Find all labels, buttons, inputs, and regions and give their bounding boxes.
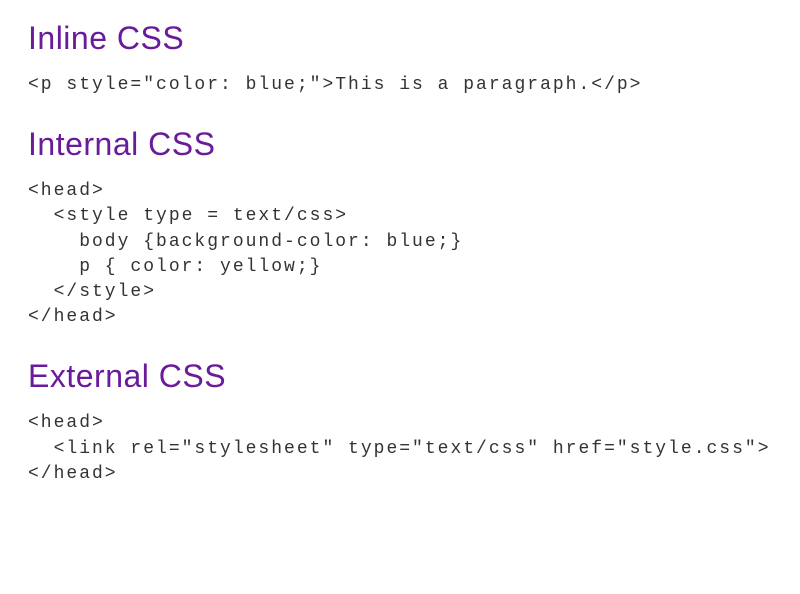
- inline-css-code: <p style="color: blue;">This is a paragr…: [28, 73, 772, 98]
- external-css-section: External CSS <head> <link rel="styleshee…: [28, 358, 772, 487]
- internal-css-heading: Internal CSS: [28, 126, 772, 163]
- external-css-heading: External CSS: [28, 358, 772, 395]
- inline-css-section: Inline CSS <p style="color: blue;">This …: [28, 20, 772, 98]
- internal-css-section: Internal CSS <head> <style type = text/c…: [28, 126, 772, 330]
- external-css-code: <head> <link rel="stylesheet" type="text…: [28, 411, 772, 487]
- internal-css-code: <head> <style type = text/css> body {bac…: [28, 179, 772, 330]
- inline-css-heading: Inline CSS: [28, 20, 772, 57]
